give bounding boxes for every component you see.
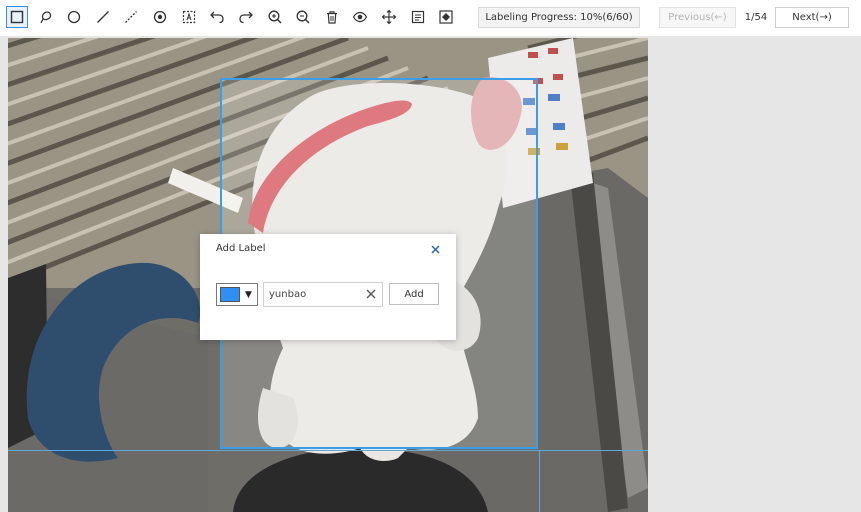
redo-button[interactable] xyxy=(235,6,257,28)
labeling-progress: Labeling Progress: 10%(6/60) xyxy=(478,7,640,28)
chevron-down-icon: ▼ xyxy=(245,289,252,300)
point-tool[interactable] xyxy=(149,6,171,28)
color-swatch xyxy=(220,287,240,302)
clear-icon xyxy=(366,289,376,299)
label-list-icon xyxy=(411,10,425,24)
crosshair-guide-vertical xyxy=(539,450,540,512)
line-tool[interactable] xyxy=(92,6,114,28)
circle-icon xyxy=(67,10,81,24)
undo-icon xyxy=(210,11,224,24)
eye-icon xyxy=(352,11,368,23)
add-label-button[interactable]: Add xyxy=(389,283,439,305)
close-button[interactable] xyxy=(429,243,441,255)
toolbar: Labeling Progress: 10%(6/60) Previous(←)… xyxy=(0,0,861,36)
point-icon xyxy=(153,10,167,24)
rectangle-icon xyxy=(10,10,24,24)
dashed-line-icon xyxy=(125,11,137,23)
lasso-tool[interactable] xyxy=(35,6,57,28)
clear-input-button[interactable] xyxy=(365,288,377,300)
zoom-in-button[interactable] xyxy=(264,6,286,28)
move-tool[interactable] xyxy=(378,6,400,28)
visibility-toggle[interactable] xyxy=(349,6,371,28)
fit-screen-button[interactable] xyxy=(435,6,457,28)
line-icon xyxy=(97,11,109,23)
delete-button[interactable] xyxy=(321,6,343,28)
undo-button[interactable] xyxy=(206,6,228,28)
delete-icon xyxy=(327,11,337,24)
rectangle-tool[interactable] xyxy=(6,6,28,28)
zoom-out-icon xyxy=(296,10,310,24)
label-list-button[interactable] xyxy=(407,6,429,28)
fit-screen-icon xyxy=(439,10,453,24)
dashed-line-tool[interactable] xyxy=(120,6,142,28)
zoom-out-button[interactable] xyxy=(292,6,314,28)
move-icon xyxy=(381,9,397,25)
circle-tool[interactable] xyxy=(63,6,85,28)
next-button[interactable]: Next(→) xyxy=(775,7,849,28)
page-indicator: 1/54 xyxy=(744,12,768,23)
dialog-title: Add Label xyxy=(216,243,266,254)
color-picker[interactable]: ▼ xyxy=(216,283,258,306)
text-box-tool[interactable] xyxy=(178,6,200,28)
lasso-icon xyxy=(40,11,52,24)
crosshair-guide-horizontal xyxy=(8,450,648,451)
zoom-in-icon xyxy=(268,10,282,24)
previous-button[interactable]: Previous(←) xyxy=(659,7,736,28)
text-box-icon xyxy=(182,10,196,24)
redo-icon xyxy=(239,11,253,24)
close-icon xyxy=(430,244,440,254)
